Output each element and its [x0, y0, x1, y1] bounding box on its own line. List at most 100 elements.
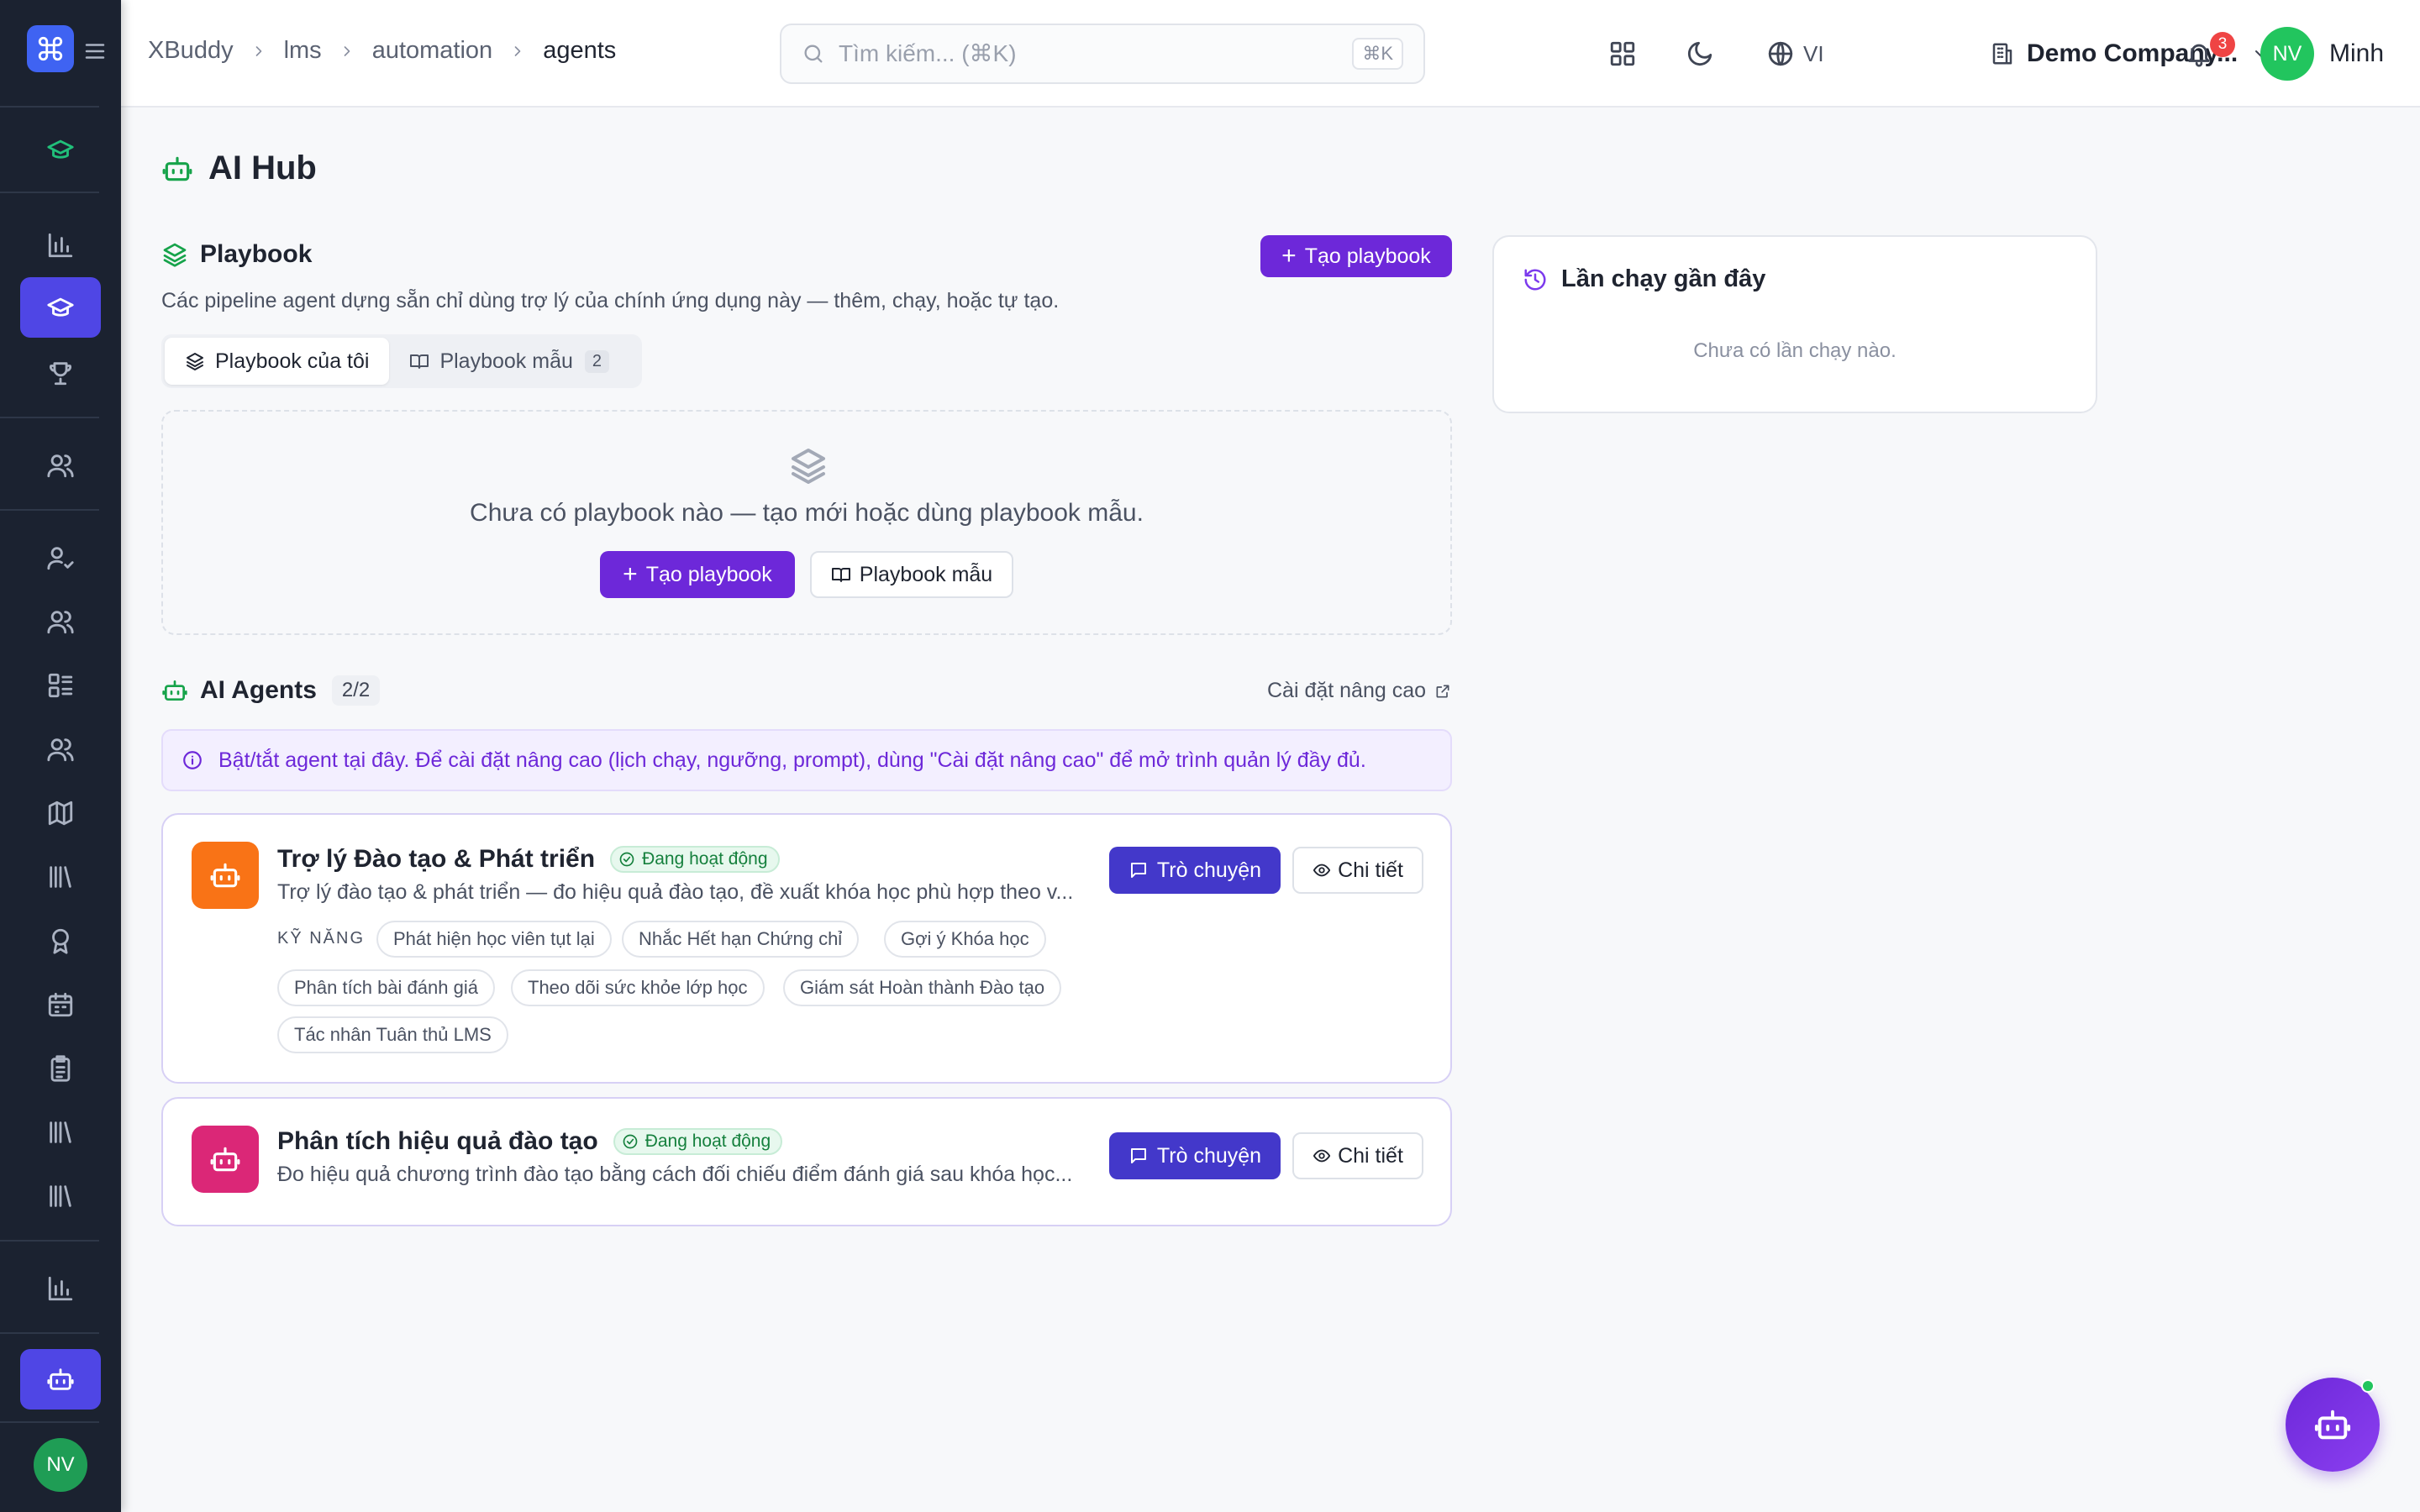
tab-template-playbooks[interactable]: Playbook mẫu 2	[389, 338, 629, 385]
sidebar-item-resources[interactable]	[20, 1102, 101, 1163]
tab-label: Playbook của tôi	[215, 349, 370, 373]
sidebar-item-lms-home[interactable]	[20, 119, 101, 180]
sidebar-item-library[interactable]	[20, 847, 101, 907]
sidebar-avatar[interactable]: NV	[34, 1438, 87, 1492]
agent-description: Đo hiệu quả chương trình đào tạo bằng cá…	[277, 1163, 1073, 1186]
template-playbook-label: Playbook mẫu	[859, 562, 993, 586]
breadcrumb-current: agents	[543, 37, 617, 64]
sidebar-item-team[interactable]	[20, 435, 101, 496]
moon-icon	[1687, 41, 1712, 66]
layers-icon	[788, 445, 829, 486]
advanced-settings-link[interactable]: Cài đặt nâng cao	[1267, 679, 1451, 703]
playbook-section-title: Playbook	[161, 240, 312, 269]
tab-my-playbooks[interactable]: Playbook của tôi	[165, 338, 390, 385]
sidebar-item-catalog[interactable]	[20, 655, 101, 716]
chat-button[interactable]: Trò chuyện	[1109, 847, 1281, 894]
skill-chip: Theo dõi sức khỏe lớp học	[511, 969, 765, 1006]
globe-icon	[1768, 41, 1793, 66]
recent-runs-panel: Lần chạy gần đây Chưa có lần chạy nào.	[1492, 235, 2097, 413]
agent-name-row: Trợ lý Đào tạo & Phát triển Đang hoạt độ…	[277, 845, 780, 874]
info-icon	[183, 751, 202, 769]
award-icon	[52, 928, 69, 954]
status-label: Đang hoạt động	[644, 1131, 771, 1151]
menu-toggle-icon[interactable]	[82, 39, 108, 64]
sidebar-divider	[0, 417, 99, 418]
playbook-description: Các pipeline agent dựng sẵn chỉ dùng trợ…	[161, 289, 1060, 312]
skill-chip: Phân tích bài đánh giá	[277, 969, 495, 1006]
building-icon	[1992, 43, 2012, 65]
sidebar-item-courses[interactable]	[20, 277, 101, 338]
create-playbook-label: Tạo playbook	[1304, 244, 1431, 268]
sidebar-item-learners[interactable]	[20, 591, 101, 652]
language-label: VI	[1803, 40, 1824, 66]
sidebar-divider	[0, 192, 99, 193]
library-icon	[50, 1185, 71, 1207]
users-icon	[47, 738, 74, 762]
trophy-icon	[50, 362, 71, 386]
library-icon	[50, 866, 71, 888]
sidebar-divider	[0, 1240, 99, 1242]
skill-chip: Tác nhân Tuân thủ LMS	[277, 1016, 508, 1053]
sidebar-item-paths[interactable]	[20, 783, 101, 843]
sidebar-item-achievements[interactable]	[20, 343, 101, 403]
recent-runs-empty: Chưa có lần chạy nào.	[1693, 339, 1897, 362]
sidebar-item-assessments[interactable]	[20, 1038, 101, 1099]
external-link-icon	[1436, 685, 1449, 697]
breadcrumb-item[interactable]: automation	[372, 37, 493, 65]
agent-name: Phân tích hiệu quả đào tạo	[277, 1127, 598, 1155]
language-button[interactable]: VI	[1766, 30, 1824, 77]
check-circle-icon	[619, 852, 634, 867]
chevron-right-icon	[339, 43, 355, 60]
plus-icon: +	[623, 560, 638, 588]
search-input[interactable]	[839, 40, 1309, 67]
info-text: Bật/tắt agent tại đây. Để cài đặt nâng c…	[218, 748, 1366, 772]
eye-icon	[1313, 1149, 1331, 1163]
agents-info-banner: Bật/tắt agent tại đây. Để cài đặt nâng c…	[161, 729, 1452, 791]
users-icon	[47, 454, 74, 478]
sidebar-item-ai-hub[interactable]	[20, 1349, 101, 1410]
breadcrumb-item[interactable]: XBuddy	[148, 37, 234, 65]
skill-chip: Nhắc Hết hạn Chứng chỉ	[622, 921, 860, 958]
detail-button[interactable]: Chi tiết	[1292, 1132, 1423, 1179]
breadcrumb-item[interactable]: lms	[284, 37, 322, 65]
detail-button[interactable]: Chi tiết	[1292, 847, 1423, 894]
theme-toggle-button[interactable]	[1686, 30, 1714, 77]
sidebar-item-certificates[interactable]	[20, 911, 101, 971]
empty-create-playbook-button[interactable]: + Tạo playbook	[600, 551, 795, 598]
sidebar-item-groups[interactable]	[20, 719, 101, 780]
graduation-cap-icon	[47, 297, 74, 317]
status-badge: Đang hoạt động	[613, 1128, 783, 1155]
app-logo-icon[interactable]	[27, 25, 74, 72]
sidebar-item-reports[interactable]	[20, 1258, 101, 1319]
clipboard-icon	[50, 1055, 71, 1082]
playbook-empty-state: Chưa có playbook nào — tạo mới hoặc dùng…	[161, 410, 1452, 635]
user-check-icon	[47, 547, 74, 570]
detail-label: Chi tiết	[1338, 1143, 1403, 1168]
library-icon	[50, 1121, 71, 1143]
user-menu[interactable]: NV Minh	[2260, 27, 2384, 81]
agent-name: Trợ lý Đào tạo & Phát triển	[277, 845, 596, 873]
sidebar-item-dashboard[interactable]	[20, 215, 101, 276]
sidebar-item-enrollment[interactable]	[20, 528, 101, 588]
sidebar-item-calendar[interactable]	[20, 974, 101, 1035]
page-title: AI Hub	[161, 150, 317, 187]
bot-icon	[210, 863, 240, 888]
apps-button[interactable]	[1608, 30, 1637, 77]
graduation-cap-icon	[47, 139, 74, 159]
detail-label: Chi tiết	[1338, 858, 1403, 882]
empty-template-playbook-button[interactable]: Playbook mẫu	[810, 551, 1013, 598]
search-box[interactable]: ⌘K	[780, 24, 1425, 84]
agent-card: Trợ lý Đào tạo & Phát triển Đang hoạt độ…	[161, 813, 1452, 1084]
list-icon	[48, 673, 73, 698]
search-shortcut: ⌘K	[1352, 38, 1403, 70]
bell-icon	[2188, 44, 2210, 67]
check-circle-icon	[623, 1134, 638, 1149]
sidebar-item-archive[interactable]	[20, 1166, 101, 1226]
notifications-button[interactable]: 3	[2185, 30, 2235, 77]
recent-runs-title-row: Lần chạy gần đây	[1523, 265, 1765, 293]
eye-icon	[1313, 864, 1331, 877]
playbook-title: Playbook	[200, 240, 313, 268]
chat-button[interactable]: Trò chuyện	[1109, 1132, 1281, 1179]
create-playbook-button[interactable]: + Tạo playbook	[1260, 235, 1452, 277]
grid-icon	[1610, 41, 1635, 66]
